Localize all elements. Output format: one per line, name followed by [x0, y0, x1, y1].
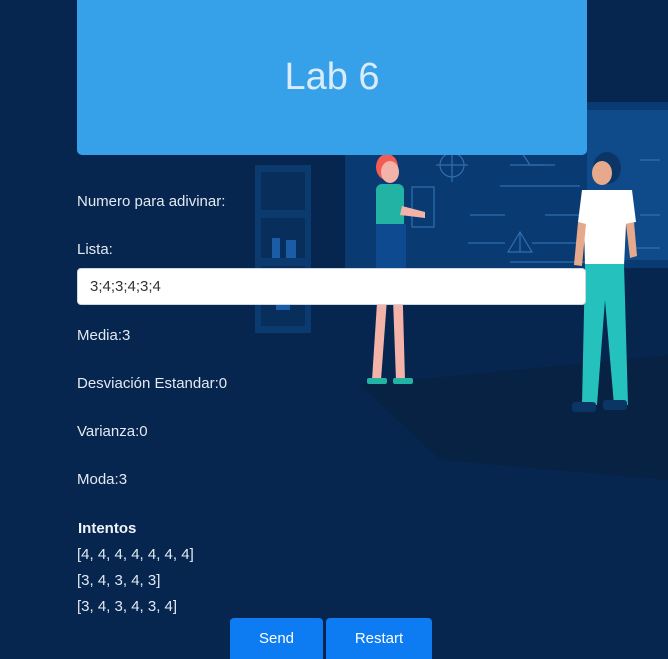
attempt-item: [3, 4, 3, 4, 3]	[77, 572, 161, 589]
restart-button[interactable]: Restart	[326, 618, 432, 659]
std-dev-value: Desviación Estandar:0	[77, 375, 228, 392]
guess-number-label: Numero para adivinar:	[77, 193, 226, 210]
page-title: Lab 6	[284, 56, 380, 98]
attempt-item: [3, 4, 3, 4, 3, 4]	[77, 598, 178, 615]
mode-value: Moda:3	[77, 471, 128, 488]
bookshelf	[255, 165, 311, 333]
header-banner: Lab 6	[77, 0, 587, 155]
variance-value: Varianza:0	[77, 423, 148, 440]
list-label: Lista:	[77, 241, 113, 258]
mean-value: Media:3	[77, 327, 131, 344]
attempt-item: [4, 4, 4, 4, 4, 4, 4]	[77, 546, 194, 563]
send-button[interactable]: Send	[230, 618, 323, 659]
list-input[interactable]	[77, 268, 586, 305]
attempts-title: Intentos	[78, 520, 137, 537]
